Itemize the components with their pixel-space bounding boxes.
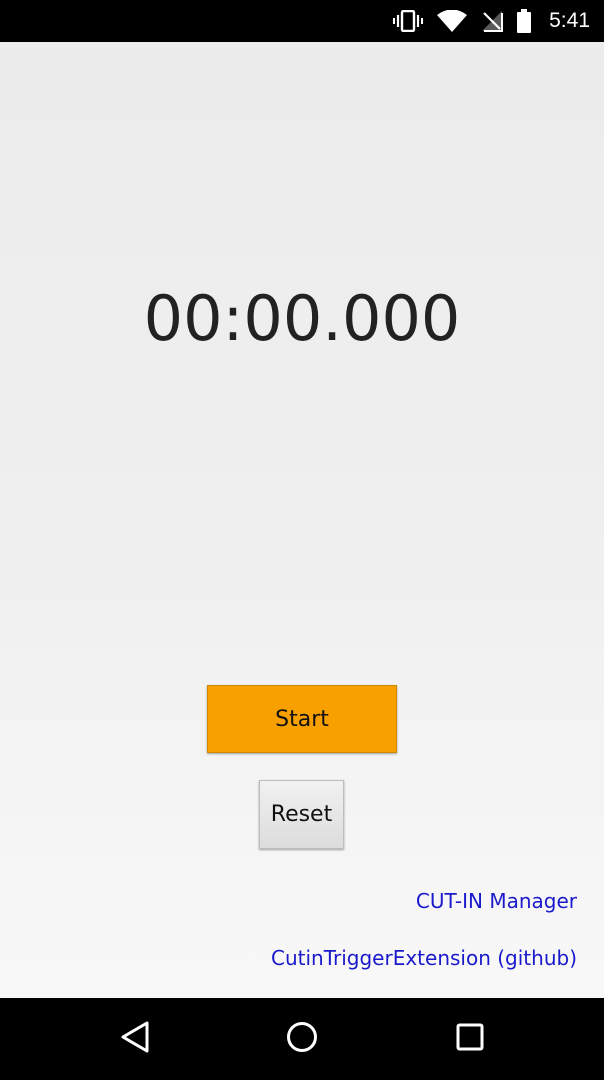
wifi-icon <box>437 10 468 32</box>
reset-button[interactable]: Reset <box>259 780 344 849</box>
stopwatch-app: 00:00.000 Start Reset CUT-IN Manager Cut… <box>0 42 604 998</box>
back-icon <box>119 1020 151 1059</box>
home-button[interactable] <box>281 1018 323 1060</box>
no-signal-icon <box>481 10 504 32</box>
back-button[interactable] <box>114 1018 156 1060</box>
vibrate-icon <box>393 10 424 32</box>
status-clock: 5:41 <box>549 9 590 32</box>
recents-icon <box>455 1022 485 1057</box>
stopwatch-display: 00:00.000 <box>143 282 461 355</box>
recents-button[interactable] <box>449 1018 491 1060</box>
home-icon <box>285 1020 319 1059</box>
navigation-bar <box>0 998 604 1080</box>
battery-icon <box>517 9 532 33</box>
start-button[interactable]: Start <box>207 685 397 753</box>
cutin-manager-link[interactable]: CUT-IN Manager <box>416 889 577 913</box>
status-bar: 5:41 <box>0 0 604 42</box>
status-icons: 5:41 <box>393 0 590 42</box>
github-link[interactable]: CutinTriggerExtension (github) <box>271 946 577 970</box>
